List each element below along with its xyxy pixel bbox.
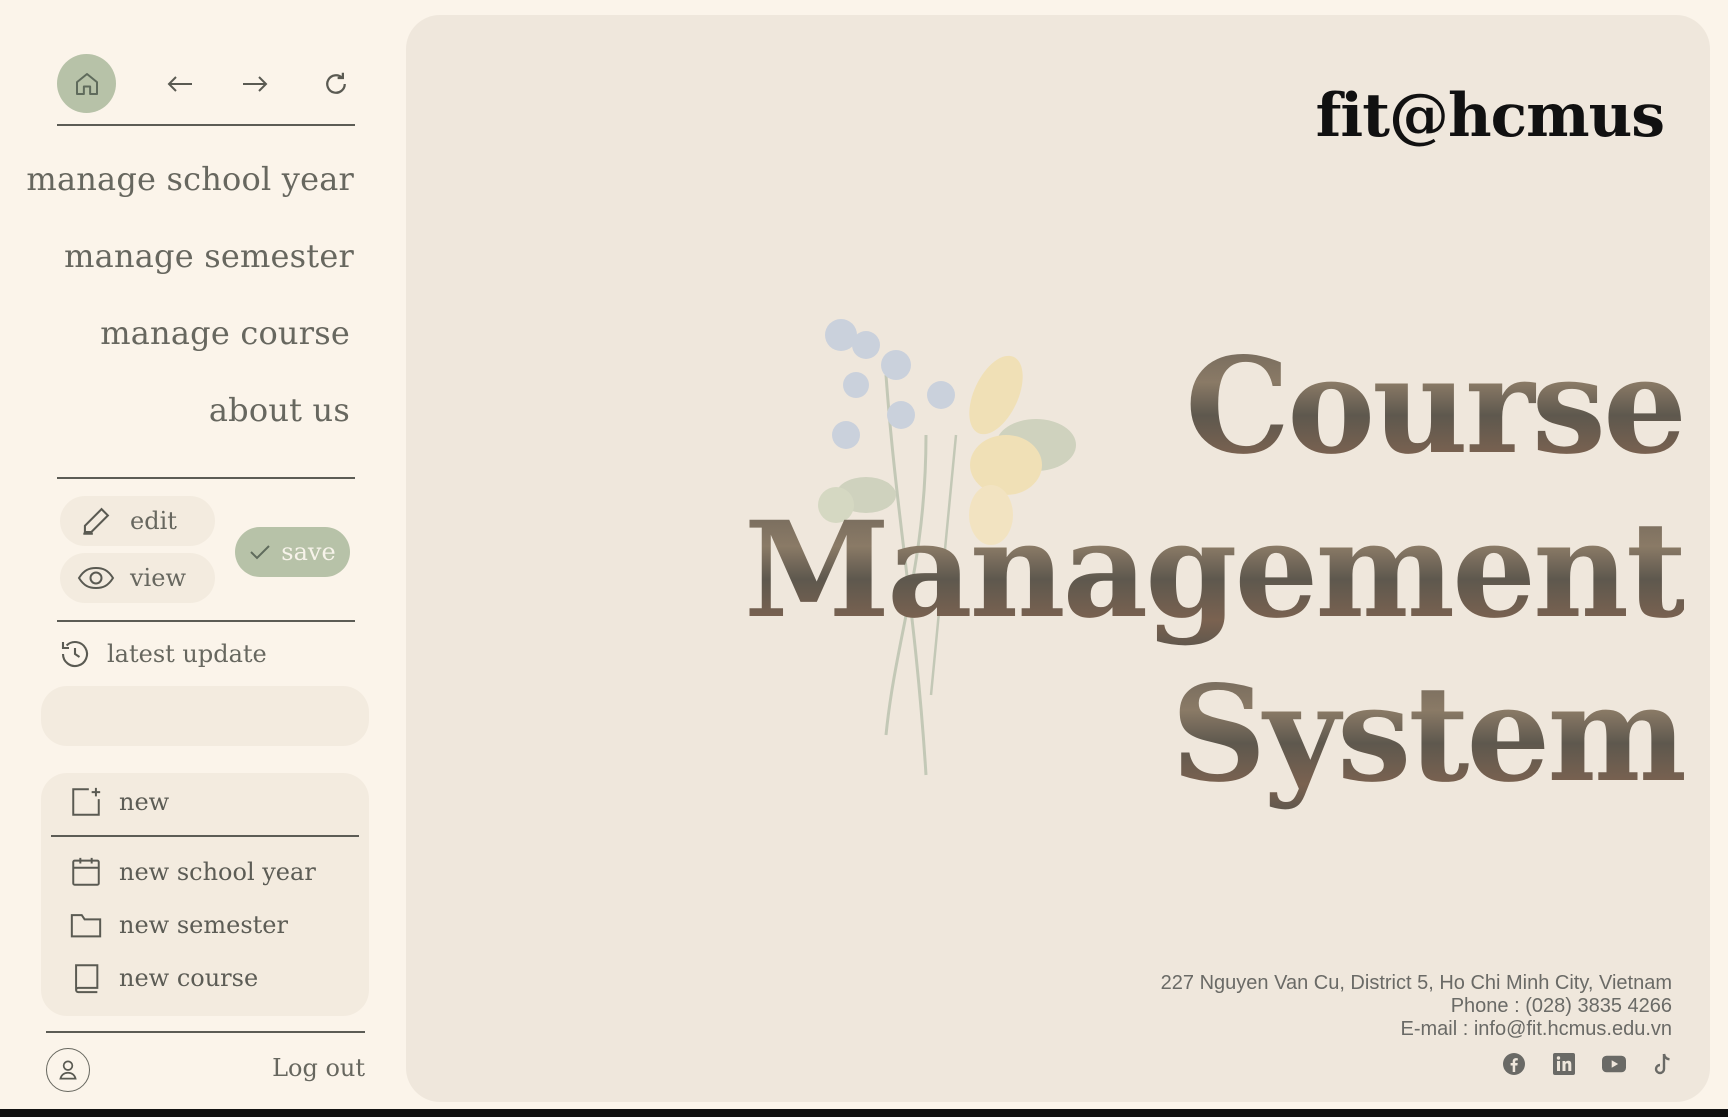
logout-button[interactable]: Log out [272,1054,365,1082]
menu-about-us[interactable]: about us [209,391,350,429]
history-icon [61,640,89,668]
menu-manage-course[interactable]: manage course [100,314,350,352]
forward-button[interactable] [238,67,272,101]
divider [57,477,355,479]
new-label: new [119,788,170,816]
divider [57,124,355,126]
divider [46,1031,365,1033]
save-label: save [281,538,336,566]
arrow-right-icon [243,76,268,92]
latest-update-box [41,686,369,746]
view-label: view [130,564,186,592]
hero-title-line: Management [744,489,1687,653]
bottom-bar [0,1109,1728,1117]
address: 227 Nguyen Van Cu, District 5, Ho Chi Mi… [1160,972,1672,994]
pencil-icon [74,502,118,540]
new-course-label: new course [119,964,259,992]
divider [51,835,359,837]
eye-icon [74,565,118,591]
main-panel: fit@hcmus Course Management System 227 N… [406,15,1710,1102]
new-document-icon [72,787,101,816]
tiktok-icon[interactable] [1652,1052,1676,1076]
home-button[interactable] [57,54,116,113]
new-button[interactable]: new [69,785,169,819]
browser-nav [57,54,355,126]
user-icon [59,1060,77,1080]
menu-manage-school-year[interactable]: manage school year [26,160,354,198]
new-semester-label: new semester [119,911,288,939]
latest-update-label: latest update [107,640,267,668]
brand-logo-text: fit@hcmus [1315,81,1665,151]
facebook-icon[interactable] [1502,1052,1526,1076]
view-button[interactable]: view [60,553,215,603]
calendar-icon [72,857,100,886]
hero-title-line: System [744,653,1687,817]
save-button[interactable]: save [235,527,350,577]
refresh-icon [326,72,346,94]
folder-icon [70,914,102,938]
social-links [1502,1052,1676,1076]
book-icon [75,964,99,994]
email: E-mail : info@fit.hcmus.edu.vn [1400,1018,1672,1040]
edit-label: edit [130,507,177,535]
youtube-icon[interactable] [1602,1052,1626,1076]
arrow-left-icon [167,76,192,92]
menu-manage-semester[interactable]: manage semester [64,237,354,275]
new-panel: new new school year new semester new cou… [41,773,369,1016]
new-semester-button[interactable]: new semester [69,908,288,942]
refresh-button[interactable] [319,67,353,101]
new-course-button[interactable]: new course [69,961,258,995]
latest-update[interactable]: latest update [57,636,267,672]
divider [57,620,355,622]
edit-button[interactable]: edit [60,496,215,546]
back-button[interactable] [163,67,197,101]
phone: Phone : (028) 3835 4266 [1450,995,1672,1017]
hero-title-line: Course [744,325,1687,489]
account-row: Log out [46,1048,365,1094]
linkedin-icon[interactable] [1552,1052,1576,1076]
home-icon [75,72,98,95]
check-icon [250,545,271,560]
hero-title: Course Management System [744,325,1687,817]
contact-info: 227 Nguyen Van Cu, District 5, Ho Chi Mi… [1161,972,1672,1041]
new-school-year-label: new school year [119,858,316,886]
sidebar: manage school year manage semester manag… [0,0,400,1117]
new-school-year-button[interactable]: new school year [69,855,316,889]
avatar[interactable] [46,1048,90,1092]
